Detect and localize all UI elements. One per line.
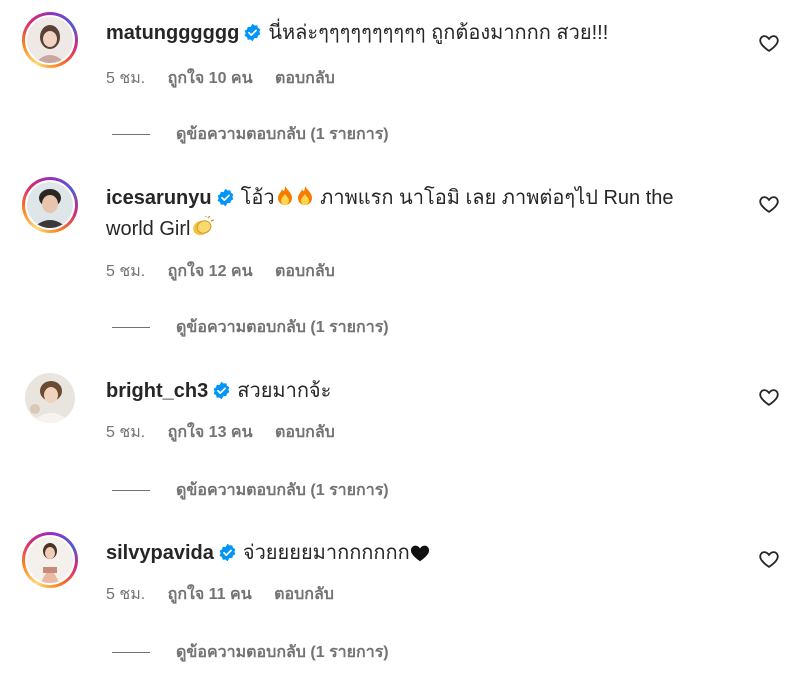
comment-text-line: bright_ch3 สวยมากจ้ะ bbox=[106, 376, 730, 407]
username-link[interactable]: icesarunyu bbox=[106, 187, 212, 209]
comment-body: จ่วยยยยมากกกกกก bbox=[242, 542, 410, 564]
replies-divider bbox=[112, 327, 150, 328]
verified-badge-icon bbox=[213, 381, 230, 400]
avatar-story-ring[interactable] bbox=[22, 12, 78, 68]
black-heart-emoji bbox=[410, 545, 429, 562]
view-replies-button[interactable]: ดูข้อความตอบกลับ (1 รายการ) bbox=[112, 315, 389, 340]
view-replies-label: ดูข้อความตอบกลับ (1 รายการ) bbox=[176, 319, 389, 336]
comment-meta: 5 ชม. ถูกใจ 10 คน ตอบกลับ bbox=[106, 66, 353, 91]
comment-text-line: matungggggg นี่หล่ะๆๆๆๆๆๆๆๆๆๆ ถูกต้องมากก… bbox=[106, 18, 730, 49]
avatar-story-ring[interactable] bbox=[22, 532, 78, 588]
likes-count-link[interactable]: ถูกใจ 11 คน bbox=[168, 586, 252, 603]
comment-text-line: icesarunyu โอ้ว ภาพแรก นาโอมิ เลย ภาพต่อๆ… bbox=[106, 183, 730, 245]
timestamp: 5 ชม. bbox=[106, 70, 146, 87]
like-heart-icon[interactable] bbox=[758, 32, 780, 54]
replies-divider bbox=[112, 490, 150, 491]
view-replies-label: ดูข้อความตอบกลับ (1 รายการ) bbox=[176, 482, 389, 499]
view-replies-label: ดูข้อความตอบกลับ (1 รายการ) bbox=[176, 126, 389, 143]
reply-button[interactable]: ตอบกลับ bbox=[275, 424, 335, 441]
comment-body-cont: world Girl bbox=[106, 218, 191, 240]
view-replies-button[interactable]: ดูข้อความตอบกลับ (1 รายการ) bbox=[112, 122, 389, 147]
username-link[interactable]: bright_ch3 bbox=[106, 380, 208, 402]
avatar bbox=[25, 373, 75, 423]
comment-body-cont: ภาพแรก นาโอมิ เลย ภาพต่อๆไป Run the bbox=[314, 187, 674, 209]
verified-badge-icon bbox=[219, 543, 236, 562]
fire-emoji bbox=[277, 186, 292, 205]
reply-button[interactable]: ตอบกลับ bbox=[274, 586, 334, 603]
like-heart-icon[interactable] bbox=[758, 193, 780, 215]
username-link[interactable]: matungggggg bbox=[106, 22, 239, 44]
avatar bbox=[27, 182, 73, 228]
comment-meta: 5 ชม. ถูกใจ 13 คน ตอบกลับ bbox=[106, 420, 353, 445]
timestamp: 5 ชม. bbox=[106, 263, 146, 280]
comment-meta: 5 ชม. ถูกใจ 12 คน ตอบกลับ bbox=[106, 259, 353, 284]
username-link[interactable]: silvypavida bbox=[106, 542, 214, 564]
avatar-story-ring[interactable] bbox=[22, 177, 78, 233]
likes-count-link[interactable]: ถูกใจ 13 คน bbox=[168, 424, 253, 441]
comment-body: โอ้ว bbox=[240, 187, 275, 209]
verified-badge-icon bbox=[217, 188, 233, 207]
like-heart-icon[interactable] bbox=[758, 548, 780, 570]
like-heart-icon[interactable] bbox=[758, 386, 780, 408]
timestamp: 5 ชม. bbox=[106, 586, 146, 603]
comment-text-line: silvypavida จ่วยยยยมากกกกกก bbox=[106, 538, 730, 569]
timestamp: 5 ชม. bbox=[106, 424, 146, 441]
view-replies-button[interactable]: ดูข้อความตอบกลับ (1 รายการ) bbox=[112, 640, 389, 665]
avatar-ring[interactable] bbox=[22, 370, 78, 426]
view-replies-button[interactable]: ดูข้อความตอบกลับ (1 รายการ) bbox=[112, 478, 389, 503]
view-replies-label: ดูข้อความตอบกลับ (1 รายการ) bbox=[176, 644, 389, 661]
reply-button[interactable]: ตอบกลับ bbox=[275, 263, 335, 280]
clapping-hands-emoji bbox=[193, 216, 215, 236]
reply-button[interactable]: ตอบกลับ bbox=[275, 70, 335, 87]
comment-meta: 5 ชม. ถูกใจ 11 คน ตอบกลับ bbox=[106, 582, 352, 607]
likes-count-link[interactable]: ถูกใจ 10 คน bbox=[168, 70, 253, 87]
comment-body: นี่หล่ะๆๆๆๆๆๆๆๆๆๆ ถูกต้องมากกก สวย!!! bbox=[268, 22, 609, 44]
avatar bbox=[27, 17, 73, 63]
comment-body: สวยมากจ้ะ bbox=[237, 380, 332, 402]
avatar bbox=[27, 537, 73, 583]
replies-divider bbox=[112, 652, 150, 653]
replies-divider bbox=[112, 134, 150, 135]
likes-count-link[interactable]: ถูกใจ 12 คน bbox=[168, 263, 253, 280]
fire-emoji bbox=[297, 186, 312, 205]
verified-badge-icon bbox=[244, 23, 261, 42]
